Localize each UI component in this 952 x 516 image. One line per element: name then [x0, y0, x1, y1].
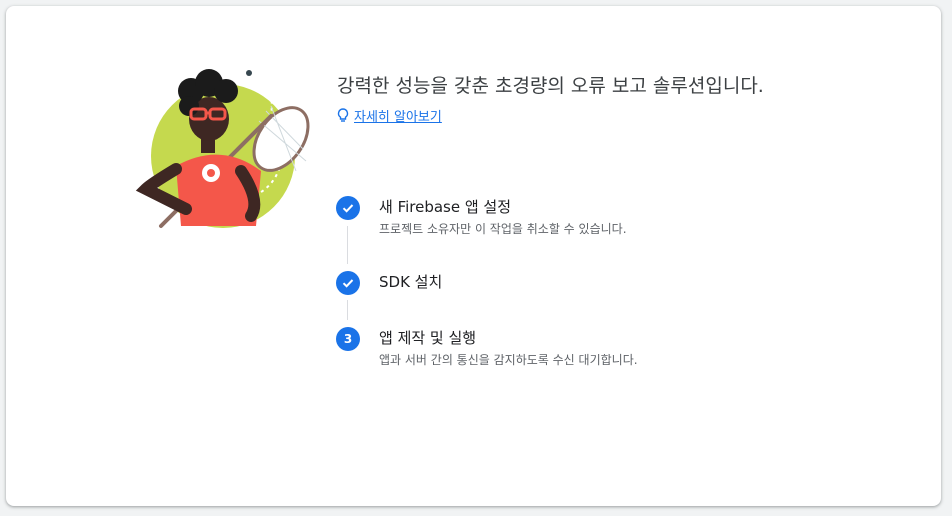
setup-card: 강력한 성능을 갖춘 초경량의 오류 보고 솔루션입니다. 자세히 알아보기 새…: [6, 6, 941, 506]
step-title: SDK 설치: [379, 273, 443, 291]
step-complete-check: [336, 196, 360, 220]
step-description: 앱과 서버 간의 통신을 감지하도록 수신 대기합니다.: [379, 353, 638, 367]
step-number: 3: [336, 327, 360, 351]
headline: 강력한 성능을 갖춘 초경량의 오류 보고 솔루션입니다.: [337, 75, 764, 97]
step-connector: [347, 226, 348, 264]
learn-more-link[interactable]: 자세히 알아보기: [337, 106, 442, 125]
lightbulb-icon: [337, 108, 349, 122]
step-complete-check: [336, 271, 360, 295]
check-icon: [342, 204, 354, 213]
step-connector: [347, 300, 348, 320]
check-icon: [342, 279, 354, 288]
bug-catcher-illustration: [135, 69, 310, 228]
intro-section: 강력한 성능을 갖춘 초경량의 오류 보고 솔루션입니다. 자세히 알아보기: [337, 72, 797, 127]
step-description: 프로젝트 소유자만 이 작업을 취소할 수 있습니다.: [379, 222, 627, 236]
learn-more-label: 자세히 알아보기: [354, 110, 442, 125]
step-title: 앱 제작 및 실행: [379, 329, 477, 347]
step-title: 새 Firebase 앱 설정: [379, 198, 512, 216]
